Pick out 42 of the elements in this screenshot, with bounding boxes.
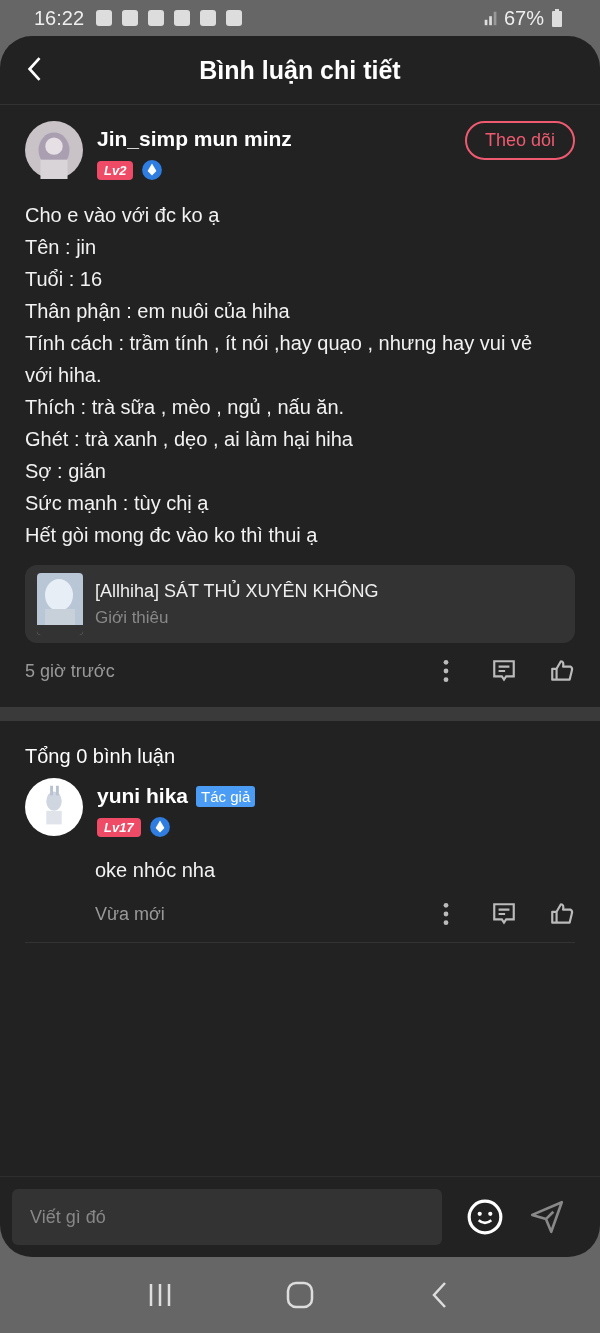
home-icon[interactable] [285,1280,315,1310]
app-notification-icon [172,8,193,28]
reply-time: Vừa mới [95,903,165,925]
post-time: 5 giờ trước [25,660,115,682]
send-icon[interactable] [528,1198,566,1236]
comment-text: Thân phận : em nuôi của hiha [25,299,291,324]
comment-text: Tuổi : 16 [25,267,104,292]
comment-count: Tổng 0 bình luận [25,745,177,768]
author-tag: Tác giả [196,785,256,807]
comment-text: Hết gòi mong đc vào ko thì thui ạ [25,523,319,548]
battery-level: 67% [503,6,544,30]
pen-badge-icon [148,816,171,838]
comment-text: Sợ : gián [25,459,107,484]
level-badge: Lv17 [97,817,141,837]
like-icon[interactable] [549,901,575,927]
emoji-icon[interactable] [466,1198,504,1236]
comment-text: Cho e vào với đc ko ạ [25,203,221,228]
comment-input[interactable]: Viết gì đó [12,1189,442,1245]
username[interactable]: yuni hika [97,784,189,808]
app-notification-icon [146,8,167,28]
story-subtitle: Giới thiêu [95,607,170,628]
app-notification-icon [94,8,115,28]
comment-text: Ghét : trà xanh , dẹo , ai làm hại hiha [25,427,354,452]
comment-icon[interactable] [491,658,517,684]
like-icon[interactable] [549,658,575,684]
follow-button[interactable]: Theo dõi [464,121,575,160]
level-badge: Lv2 [97,160,134,180]
app-notification-icon [224,8,245,28]
comment-text: Tính cách : trầm tính , ít nói ,hay quạo , nhưng hay vui vẻ với hiha. [25,331,533,388]
reply-text: oke nhóc nha [95,858,217,883]
comment-text: Thích : trà sữa , mèo , ngủ , nấu ăn. [25,395,346,420]
status-time: 16:22 [34,6,85,30]
story-card[interactable]: [Allhiha] SÁT THỦ XUYÊN KHÔNG Giới thiêu [25,565,575,643]
app-notification-icon [198,8,219,28]
comment-text: Sức mạnh : tùy chị ạ [25,491,210,516]
comment-icon[interactable] [491,901,517,927]
app-notification-icon [120,8,141,28]
username[interactable]: Jin_simp mun minz [97,127,292,151]
story-title: [Allhiha] SÁT THỦ XUYÊN KHÔNG [95,580,379,602]
comment-text: Tên : jin [25,235,98,260]
page-title: Bình luận chi tiết [199,55,401,85]
pen-badge-icon [141,159,164,181]
